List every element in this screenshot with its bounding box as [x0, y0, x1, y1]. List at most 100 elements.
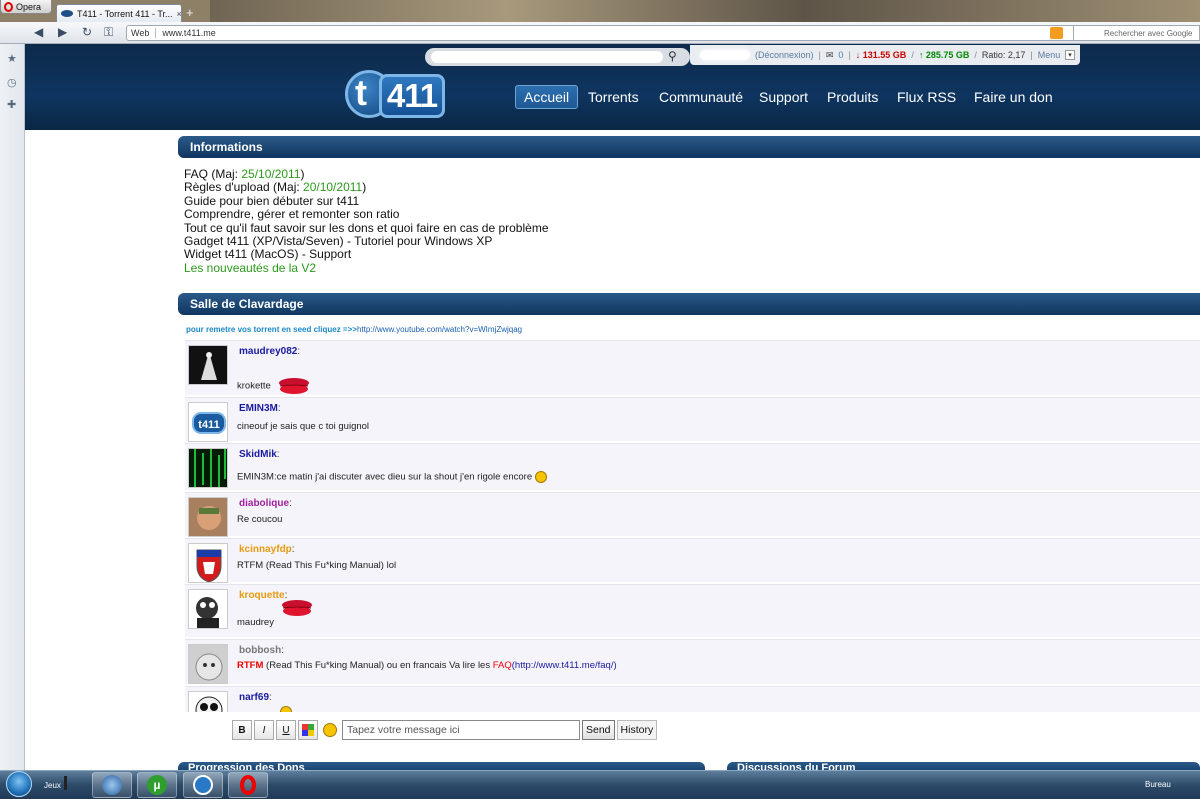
- chat-message-input[interactable]: Tapez votre message ici: [342, 720, 580, 740]
- chevron-down-icon[interactable]: ▾: [1065, 50, 1075, 60]
- chat-text: Re coucou: [237, 514, 283, 525]
- mail-icon[interactable]: ✉: [826, 50, 834, 61]
- chat-header: Salle de Clavardage: [178, 293, 1200, 315]
- avatar[interactable]: [188, 345, 228, 385]
- info-link-widget[interactable]: Widget t411 (MacOS) - Support: [184, 248, 549, 262]
- taskbar-bureau-label[interactable]: Bureau: [1145, 780, 1171, 789]
- new-tab-button[interactable]: +: [186, 5, 194, 20]
- tabbar-background: [210, 0, 1200, 22]
- avatar[interactable]: [188, 497, 228, 537]
- site-search-input[interactable]: [431, 51, 663, 63]
- svg-text:t411: t411: [198, 419, 219, 431]
- chat-text: RTFM (Read This Fu*king Manual) lol: [237, 560, 397, 571]
- logo-letter: t: [355, 72, 367, 113]
- upload-stat: ↑ 285.75 GB: [918, 50, 970, 60]
- nav-produits[interactable]: Produits: [819, 85, 886, 109]
- t411-logo[interactable]: t 411: [345, 65, 445, 123]
- menu-dropdown[interactable]: Menu: [1038, 50, 1061, 60]
- color-palette-icon[interactable]: [298, 720, 318, 740]
- t411-favicon-icon: [61, 10, 73, 17]
- maxthon-icon[interactable]: [183, 772, 223, 798]
- chat-message: maudrey082: krokette: [185, 340, 1200, 395]
- thunderbird-icon[interactable]: [92, 772, 132, 798]
- username-redacted: [700, 50, 750, 60]
- ratio-stat: Ratio: 2,17: [981, 50, 1026, 60]
- italic-button[interactable]: I: [254, 720, 274, 740]
- chat-message: SkidMik: EMIN3M:ce matin j'ai discuter a…: [185, 443, 1200, 490]
- browser-tab[interactable]: T411 - Torrent 411 - Tr... ×: [56, 4, 182, 22]
- info-link-regles[interactable]: Règles d'upload (Maj: 20/10/2011): [184, 181, 549, 194]
- opera-icon: [4, 1, 13, 12]
- logout-link[interactable]: (Déconnexion): [755, 50, 814, 60]
- avatar[interactable]: [188, 543, 228, 583]
- info-link-ratio[interactable]: Comprendre, gérer et remonter son ratio: [184, 207, 549, 221]
- chat-toolbar: B I U Tapez votre message ici Send Histo…: [232, 719, 658, 741]
- chat-message: kroquette: maudrey: [185, 584, 1200, 637]
- send-button[interactable]: Send: [582, 720, 615, 740]
- chat-message: kcinnayfdp: RTFM (Read This Fu*king Manu…: [185, 538, 1200, 583]
- seed-notice[interactable]: pour remetre vos torrent en seed cliquez…: [186, 325, 522, 334]
- chat-username[interactable]: narf69:: [239, 692, 272, 703]
- laughing-smiley-icon: [535, 471, 548, 483]
- history-clock-icon[interactable]: ◷: [7, 76, 17, 89]
- chat-username[interactable]: bobbosh:: [239, 645, 284, 656]
- windows-start-icon[interactable]: [6, 771, 32, 797]
- faq-url-link[interactable]: (http://www.t411.me/faq/): [512, 660, 617, 671]
- chat-text: [277, 706, 292, 712]
- chat-username[interactable]: SkidMik:: [239, 449, 280, 460]
- underline-button[interactable]: U: [276, 720, 296, 740]
- nav-support[interactable]: Support: [751, 85, 816, 109]
- faq-link[interactable]: FAQ: [493, 660, 512, 671]
- avatar[interactable]: [188, 448, 228, 488]
- nav-accueil[interactable]: Accueil: [515, 85, 579, 109]
- info-link-gadget[interactable]: Gadget t411 (XP/Vista/Seven) - Tutoriel …: [184, 234, 549, 248]
- download-stat: ↓ 131.55 GB: [855, 50, 907, 60]
- chat-text: EMIN3M:ce matin j'ai discuter avec dieu …: [237, 471, 548, 483]
- utorrent-icon[interactable]: µ: [137, 772, 177, 798]
- smiley-picker-icon[interactable]: [320, 720, 340, 740]
- chat-text: cineouf je sais que c toi guignol: [237, 421, 370, 432]
- avatar[interactable]: [188, 644, 228, 684]
- nav-faire-un-don[interactable]: Faire un don: [966, 85, 1061, 109]
- add-panel-icon[interactable]: ✚: [7, 98, 16, 111]
- opera-taskbar-icon[interactable]: [228, 772, 268, 798]
- key-icon[interactable]: ⚿: [104, 25, 113, 40]
- info-link-nouveautes[interactable]: Les nouveautés de la V2: [184, 261, 549, 275]
- chat-text: krokette: [237, 377, 311, 395]
- avatar[interactable]: t411: [188, 402, 228, 442]
- info-link-faq[interactable]: FAQ (Maj: 25/10/2011): [184, 167, 549, 181]
- taskbar-divider: [64, 776, 67, 790]
- url-text: www.t411.me: [162, 28, 216, 38]
- address-field[interactable]: Web www.t411.me: [126, 25, 1092, 41]
- search-icon[interactable]: ⚲: [668, 49, 677, 63]
- nav-flux-rss[interactable]: Flux RSS: [889, 85, 964, 109]
- taskbar-jeux-label[interactable]: Jeux: [44, 781, 61, 790]
- nav-communaute[interactable]: Communauté: [651, 85, 751, 109]
- message-count[interactable]: 0: [838, 50, 843, 60]
- chat-username[interactable]: kcinnayfdp:: [239, 544, 295, 555]
- kiss-lips-icon: [278, 378, 309, 394]
- avatar[interactable]: [188, 691, 228, 712]
- back-icon[interactable]: ◀: [34, 25, 43, 39]
- informations-header: Informations: [178, 136, 1200, 158]
- chat-message: narf69:: [185, 686, 1200, 712]
- chat-message: t411 EMIN3M: cineouf je sais que c toi g…: [185, 397, 1200, 442]
- nav-torrents[interactable]: Torrents: [580, 85, 647, 109]
- windows-taskbar: [0, 770, 1200, 799]
- info-link-guide[interactable]: Guide pour bien débuter sur t411: [184, 194, 549, 208]
- forward-icon[interactable]: ▶: [58, 25, 67, 39]
- chat-username[interactable]: diabolique:: [239, 498, 292, 509]
- bookmarks-star-icon[interactable]: ★: [7, 52, 17, 65]
- chat-username[interactable]: EMIN3M:: [239, 403, 281, 414]
- avatar[interactable]: [188, 589, 228, 629]
- close-tab-icon[interactable]: ×: [177, 9, 181, 19]
- history-button[interactable]: History: [616, 720, 658, 740]
- reload-icon[interactable]: ↻: [82, 25, 92, 39]
- opera-menu-button[interactable]: Opera: [0, 0, 52, 14]
- chat-messages[interactable]: maudrey082: krokette t411 EMIN3M: cineou…: [185, 340, 1200, 712]
- google-search-field[interactable]: Rechercher avec Google: [1073, 25, 1200, 41]
- rss-icon[interactable]: [1050, 27, 1063, 39]
- bold-button[interactable]: B: [232, 720, 252, 740]
- chat-username[interactable]: maudrey082:: [239, 346, 300, 357]
- info-link-dons[interactable]: Tout ce qu'il faut savoir sur les dons e…: [184, 221, 549, 235]
